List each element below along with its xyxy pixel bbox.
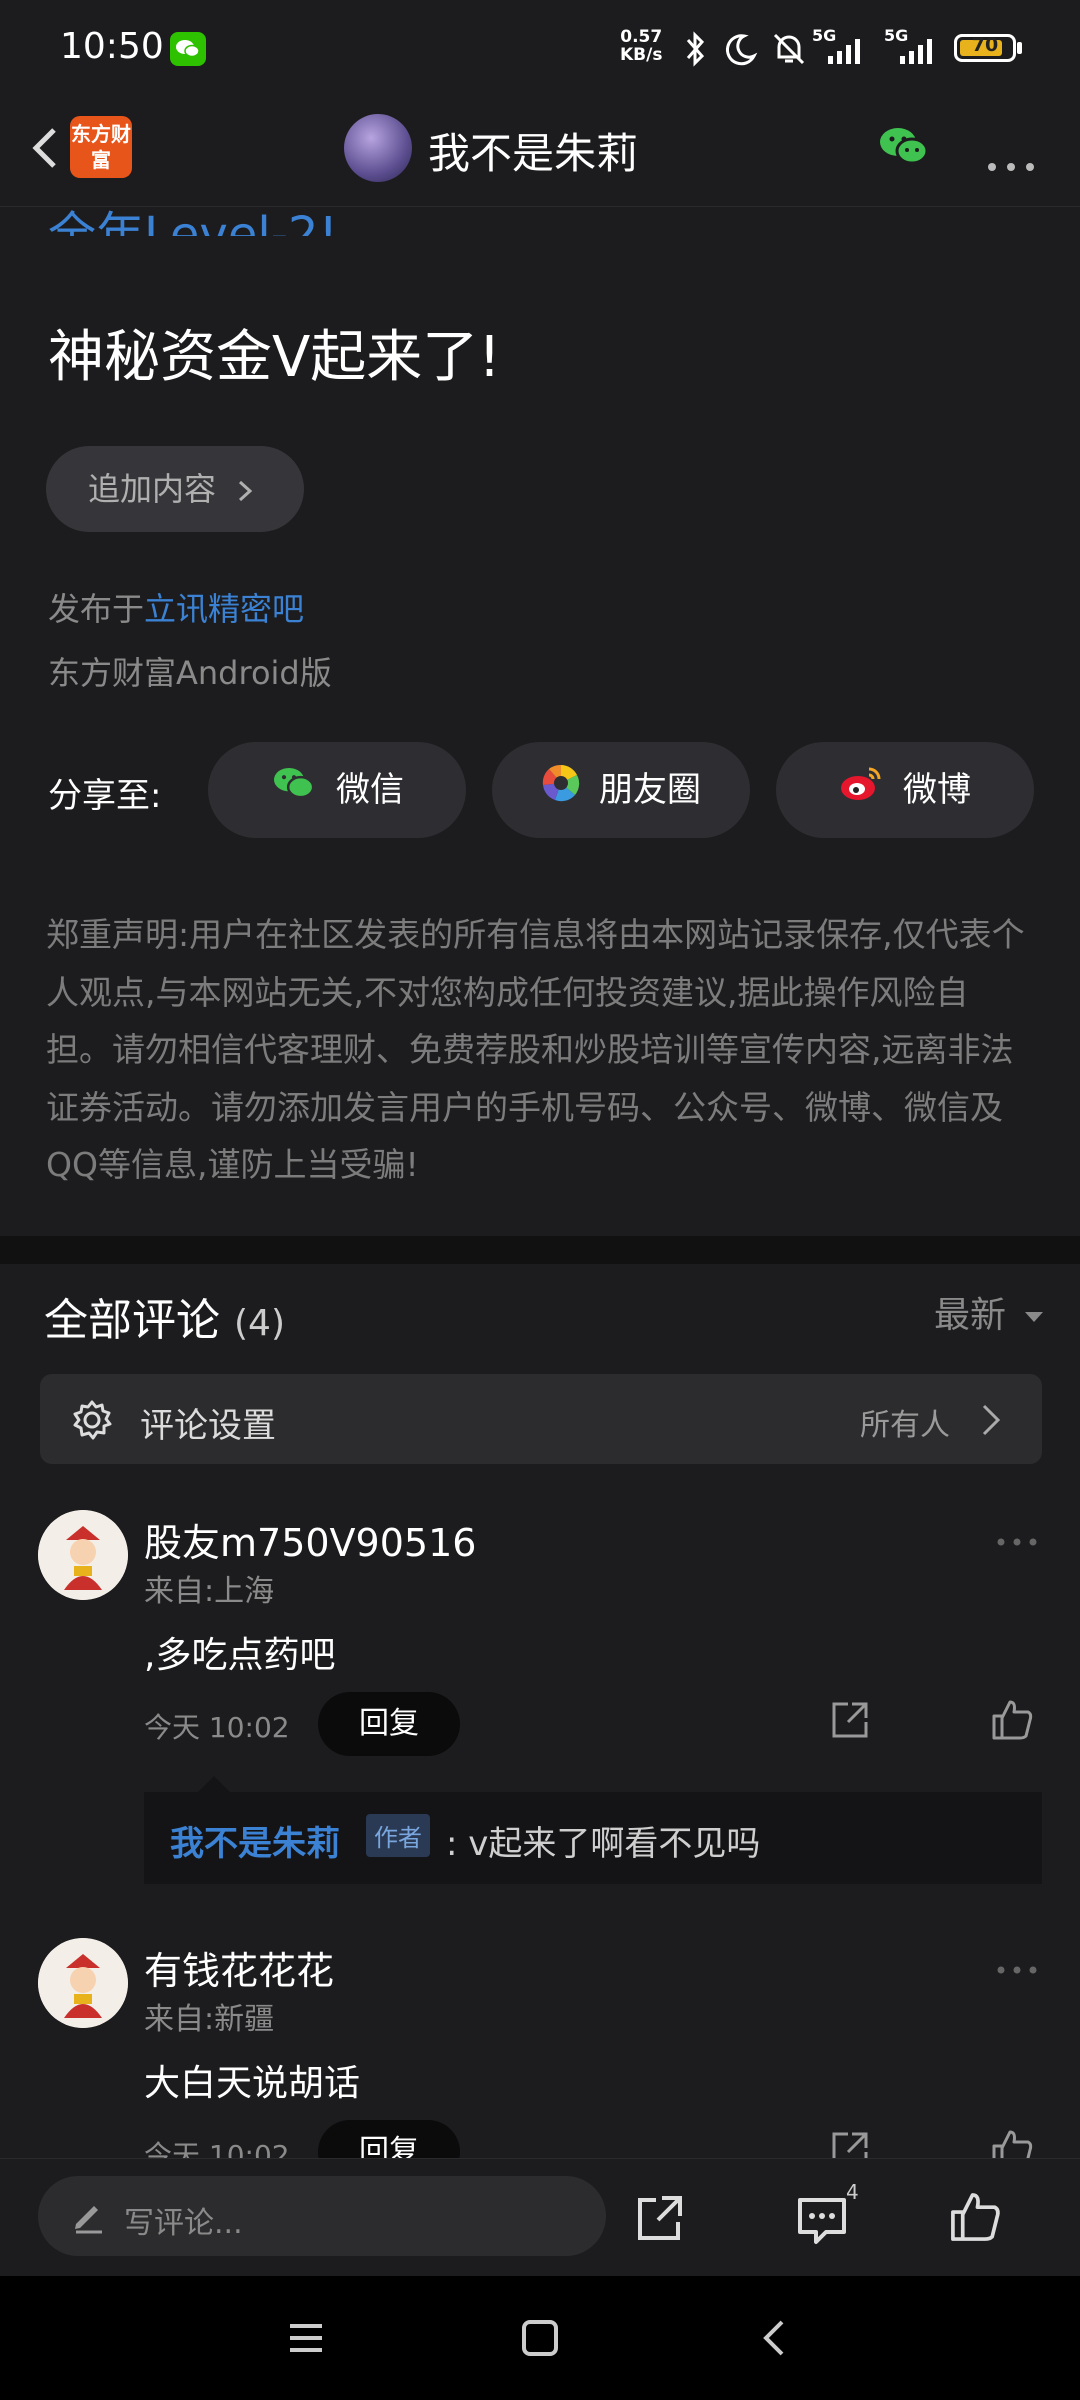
append-content-label: 追加内容	[88, 470, 217, 508]
share-label: 分享至:	[48, 776, 162, 816]
client-info: 东方财富Android版	[48, 654, 332, 692]
share-wechat-button[interactable]: 微信	[208, 742, 466, 838]
wechat-notification-icon	[170, 32, 206, 66]
share-moments-label: 朋友圈	[599, 770, 701, 810]
comment-username[interactable]: 有钱花花花	[144, 1940, 334, 1995]
net-speed-value: 0.57	[620, 27, 663, 47]
thumb-up-icon[interactable]	[990, 1698, 1034, 1746]
sort-label: 最新	[934, 1295, 1007, 1336]
comment-icon[interactable]	[796, 2194, 848, 2250]
sort-dropdown[interactable]: 最新	[934, 1286, 1045, 1338]
comment-text: ,多吃点药吧	[144, 1635, 336, 1676]
comments-count: (4)	[234, 1303, 285, 1344]
write-comment-placeholder: 写评论...	[124, 2206, 243, 2241]
share-weibo-label: 微博	[903, 770, 971, 810]
bluetooth-icon	[680, 30, 710, 72]
battery-level: 70	[971, 34, 999, 56]
back-nav-icon[interactable]	[754, 2318, 794, 2362]
more-icon[interactable]	[996, 1520, 1038, 1555]
comment-location: 来自:上海	[144, 1574, 275, 1609]
append-content-button[interactable]: 追加内容	[46, 446, 304, 532]
share-wechat-label: 微信	[336, 770, 404, 810]
battery-tip	[1017, 42, 1022, 54]
net-speed-unit: KB/s	[620, 45, 663, 65]
back-icon[interactable]	[20, 118, 70, 178]
author-badge: 作者	[366, 1814, 430, 1857]
chevron-right-icon	[239, 480, 253, 502]
post-title: 神秘资金V起来了!	[48, 325, 501, 390]
comment-username[interactable]: 股友m750V90516	[144, 1512, 476, 1567]
comment-settings-label: 评论设置	[140, 1406, 276, 1446]
weibo-icon	[839, 744, 885, 840]
more-icon[interactable]	[996, 1948, 1038, 1983]
chevron-right-icon	[980, 1400, 1004, 1444]
moon-icon	[722, 32, 758, 72]
truncated-heading[interactable]: 全年Level-2!	[48, 190, 338, 236]
share-icon[interactable]	[634, 2192, 686, 2248]
caret-down-icon	[1025, 1312, 1044, 1322]
author-avatar[interactable]	[344, 114, 412, 182]
reply-button[interactable]: 回复	[318, 1692, 460, 1756]
pencil-icon	[70, 2196, 108, 2238]
battery-icon: 70	[954, 34, 1016, 62]
gear-icon	[70, 1398, 114, 1446]
comment-settings-value: 所有人	[860, 1408, 950, 1443]
net-speed: 0.57 KB/s	[620, 28, 662, 64]
comment-location: 来自:新疆	[144, 2002, 275, 2037]
board-link[interactable]: 立讯精密吧	[144, 590, 304, 628]
comment-time: 今天 10:02	[144, 1711, 290, 1744]
section-divider	[0, 1236, 1080, 1264]
moments-icon	[541, 744, 581, 840]
avatar[interactable]	[38, 1510, 128, 1600]
published-prefix: 发布于	[48, 590, 145, 628]
comments-title-label: 全部评论	[44, 1295, 220, 1346]
comment-count-badge: 4	[846, 2180, 859, 2204]
share-icon[interactable]	[828, 1698, 872, 1746]
app-logo[interactable]: 东方财富	[70, 116, 132, 178]
home-icon[interactable]	[520, 2318, 560, 2362]
published-info: 发布于立讯精密吧	[48, 584, 304, 630]
share-moments-button[interactable]: 朋友圈	[492, 742, 750, 838]
wechat-icon[interactable]	[876, 122, 932, 170]
comment-text: 大白天说胡话	[144, 2063, 361, 2104]
thumb-up-icon[interactable]	[948, 2190, 1002, 2248]
signal-icon	[898, 36, 942, 70]
disclaimer-text: 郑重声明:用户在社区发表的所有信息将由本网站记录保存,仅代表个人观点,与本网站无…	[46, 915, 1025, 1184]
wechat-icon	[270, 744, 318, 840]
signal-icon	[826, 36, 870, 70]
menu-icon[interactable]	[286, 2318, 326, 2362]
mute-bell-icon	[770, 30, 808, 72]
status-time: 10:50	[60, 26, 164, 67]
reply-username[interactable]: 我不是朱莉	[170, 1816, 340, 1865]
reply-pointer	[198, 1776, 230, 1792]
page-title[interactable]: 我不是朱莉	[428, 120, 638, 181]
reply-text: : v起来了啊看不见吗	[446, 1824, 761, 1864]
comments-title: 全部评论 (4)	[44, 1284, 285, 1348]
share-weibo-button[interactable]: 微博	[776, 742, 1034, 838]
avatar[interactable]	[38, 1938, 128, 2028]
more-icon[interactable]	[986, 142, 1036, 182]
